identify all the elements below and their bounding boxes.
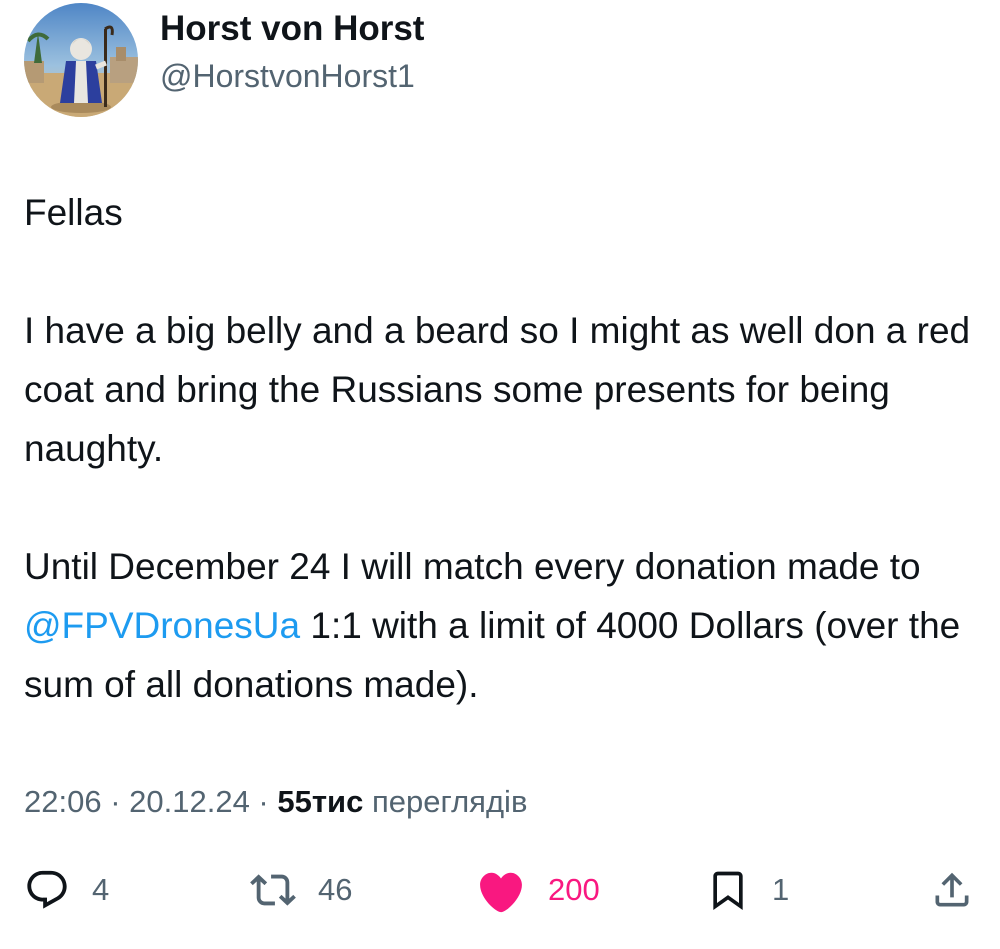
tweet-paragraph: Until December 24 I will match every don… xyxy=(24,537,974,714)
tweet-header: Horst von Horst @HorstvonHorst1 xyxy=(24,2,424,118)
bookmark-button[interactable]: 1 xyxy=(706,862,789,918)
reply-icon xyxy=(24,867,70,913)
like-button[interactable]: 200 xyxy=(476,862,600,918)
tweet-paragraph: I have a big belly and a beard so I migh… xyxy=(24,310,971,469)
meta-separator: · xyxy=(101,784,130,819)
bookmark-count: 1 xyxy=(772,872,790,907)
bookmark-icon xyxy=(706,865,750,915)
heart-icon xyxy=(476,867,526,913)
share-icon xyxy=(930,867,974,913)
share-button[interactable] xyxy=(930,862,974,918)
tweet-text-segment: Until December 24 I will match every don… xyxy=(24,546,921,587)
tweet-paragraph: Fellas xyxy=(24,192,123,233)
like-count: 200 xyxy=(548,872,600,907)
views-count[interactable]: 55тис xyxy=(277,784,363,819)
reply-count: 4 xyxy=(92,872,110,907)
tweet-body: Fellas I have a big belly and a beard so… xyxy=(24,183,974,714)
tweet-date[interactable]: 20.12.24 xyxy=(129,784,250,819)
avatar-image xyxy=(24,3,138,117)
action-bar: 4 46 200 1 xyxy=(24,862,974,918)
repost-count: 46 xyxy=(318,872,353,907)
tweet-time[interactable]: 22:06 xyxy=(24,784,102,819)
author-handle[interactable]: @HorstvonHorst1 xyxy=(160,55,424,97)
author-names: Horst von Horst @HorstvonHorst1 xyxy=(160,7,424,97)
reply-button[interactable]: 4 xyxy=(24,862,109,918)
avatar[interactable] xyxy=(24,3,138,117)
repost-icon xyxy=(250,867,296,913)
author-display-name[interactable]: Horst von Horst xyxy=(160,7,424,51)
tweet-meta: 22:06 · 20.12.24 · 55тис переглядів xyxy=(24,778,527,826)
views-label: переглядів xyxy=(363,784,528,819)
mention-link[interactable]: @FPVDronesUa xyxy=(24,605,300,646)
repost-button[interactable]: 46 xyxy=(250,862,352,918)
meta-separator: · xyxy=(249,784,278,819)
